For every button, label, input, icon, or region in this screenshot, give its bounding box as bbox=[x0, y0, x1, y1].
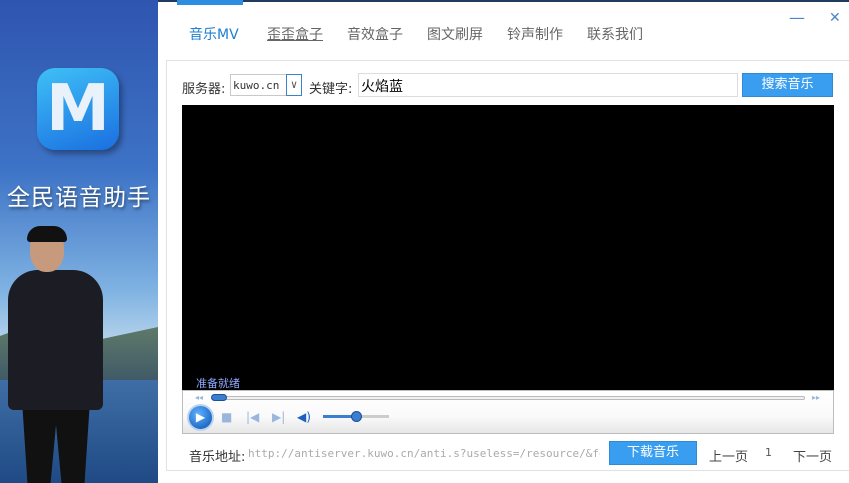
minimize-button[interactable]: — bbox=[789, 8, 805, 27]
close-button[interactable]: ✕ bbox=[829, 10, 841, 26]
server-value: kuwo.cn bbox=[233, 79, 280, 92]
previous-track-icon[interactable]: |◀ bbox=[246, 410, 259, 424]
tab-ringtone[interactable]: 铃声制作 bbox=[507, 24, 563, 44]
active-tab-indicator bbox=[177, 0, 243, 5]
tab-sound-effects[interactable]: 音效盒子 bbox=[347, 24, 403, 44]
person-body bbox=[8, 270, 103, 410]
volume-thumb[interactable] bbox=[351, 411, 362, 422]
tab-yy-box[interactable]: 歪歪盒子 bbox=[267, 24, 323, 44]
volume-icon[interactable]: ◀) bbox=[297, 410, 311, 424]
music-url-field[interactable]: http://antiserver.kuwo.cn/anti.s?useless… bbox=[248, 447, 600, 460]
next-page-link[interactable]: 下一页 bbox=[793, 446, 832, 465]
search-music-button[interactable]: 搜索音乐 bbox=[742, 73, 833, 97]
forward-icon[interactable]: ▸▸ bbox=[812, 393, 820, 402]
chevron-down-icon[interactable]: ∨ bbox=[286, 74, 302, 96]
music-url-label: 音乐地址: bbox=[189, 450, 246, 465]
server-select[interactable]: kuwo.cn ∨ bbox=[230, 74, 302, 96]
play-icon[interactable]: ▶ bbox=[187, 404, 214, 431]
stop-icon[interactable]: ■ bbox=[221, 410, 232, 424]
page-number: 1 bbox=[765, 446, 772, 459]
brand-title: 全民语音助手 bbox=[7, 185, 151, 211]
tab-contact[interactable]: 联系我们 bbox=[587, 24, 643, 44]
keyword-input[interactable]: 火焰蓝 bbox=[358, 73, 738, 97]
app-logo: M bbox=[37, 68, 119, 150]
next-track-icon[interactable]: ▶| bbox=[272, 410, 285, 424]
server-label: 服务器: bbox=[182, 82, 226, 97]
rewind-icon[interactable]: ◂◂ bbox=[195, 393, 203, 402]
tab-text-flood[interactable]: 图文刷屏 bbox=[427, 24, 483, 44]
prev-page-link[interactable]: 上一页 bbox=[709, 446, 748, 465]
sidebar-banner: M 全民语音助手 bbox=[0, 0, 158, 483]
person-cap bbox=[27, 226, 67, 242]
seek-bar[interactable] bbox=[213, 396, 805, 400]
top-border bbox=[158, 0, 849, 2]
player-status: 准备就绪 bbox=[196, 377, 240, 390]
video-player[interactable] bbox=[182, 105, 834, 391]
keyword-label: 关键字: bbox=[309, 82, 353, 97]
tab-music-mv[interactable]: 音乐MV bbox=[189, 24, 239, 44]
logo-letter: M bbox=[46, 72, 110, 146]
download-music-button[interactable]: 下载音乐 bbox=[609, 441, 697, 465]
seek-thumb[interactable] bbox=[211, 394, 227, 401]
